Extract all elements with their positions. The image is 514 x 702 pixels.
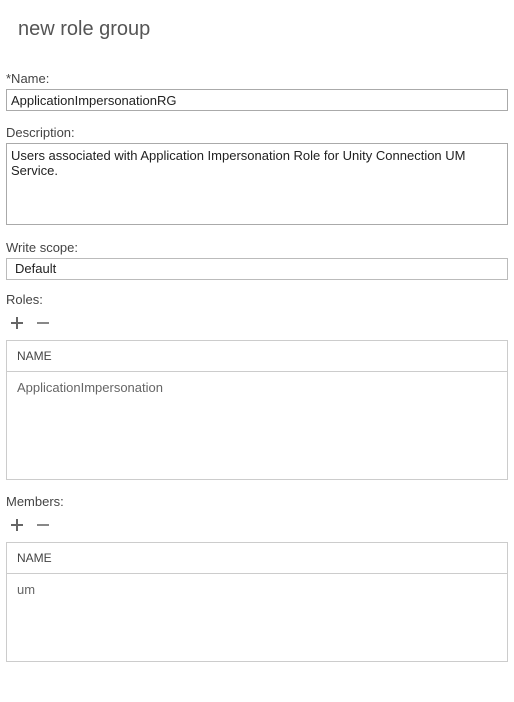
add-member-button[interactable] <box>8 516 26 534</box>
roles-toolbar <box>6 310 508 340</box>
members-column-header: NAME <box>7 543 508 574</box>
role-cell: ApplicationImpersonation <box>7 372 508 480</box>
name-input[interactable] <box>6 89 508 111</box>
member-cell: um <box>7 574 508 662</box>
roles-table: NAME ApplicationImpersonation <box>6 340 508 480</box>
description-label: Description: <box>6 125 508 140</box>
members-label: Members: <box>6 494 508 509</box>
page-title: new role group <box>0 0 514 41</box>
minus-icon <box>35 315 51 331</box>
table-row[interactable]: ApplicationImpersonation <box>7 372 508 480</box>
add-role-button[interactable] <box>8 314 26 332</box>
roles-label: Roles: <box>6 292 508 307</box>
roles-column-header: NAME <box>7 341 508 372</box>
minus-icon <box>35 517 51 533</box>
form-container: *Name: Description: Users associated wit… <box>0 71 514 662</box>
write-scope-select[interactable]: Default <box>6 258 508 280</box>
table-row[interactable]: um <box>7 574 508 662</box>
members-table: NAME um <box>6 542 508 662</box>
write-scope-label: Write scope: <box>6 240 508 255</box>
name-label: *Name: <box>6 71 508 86</box>
remove-role-button[interactable] <box>34 314 52 332</box>
description-textarea[interactable]: Users associated with Application Impers… <box>6 143 508 225</box>
plus-icon <box>9 315 25 331</box>
members-toolbar <box>6 512 508 542</box>
plus-icon <box>9 517 25 533</box>
remove-member-button[interactable] <box>34 516 52 534</box>
